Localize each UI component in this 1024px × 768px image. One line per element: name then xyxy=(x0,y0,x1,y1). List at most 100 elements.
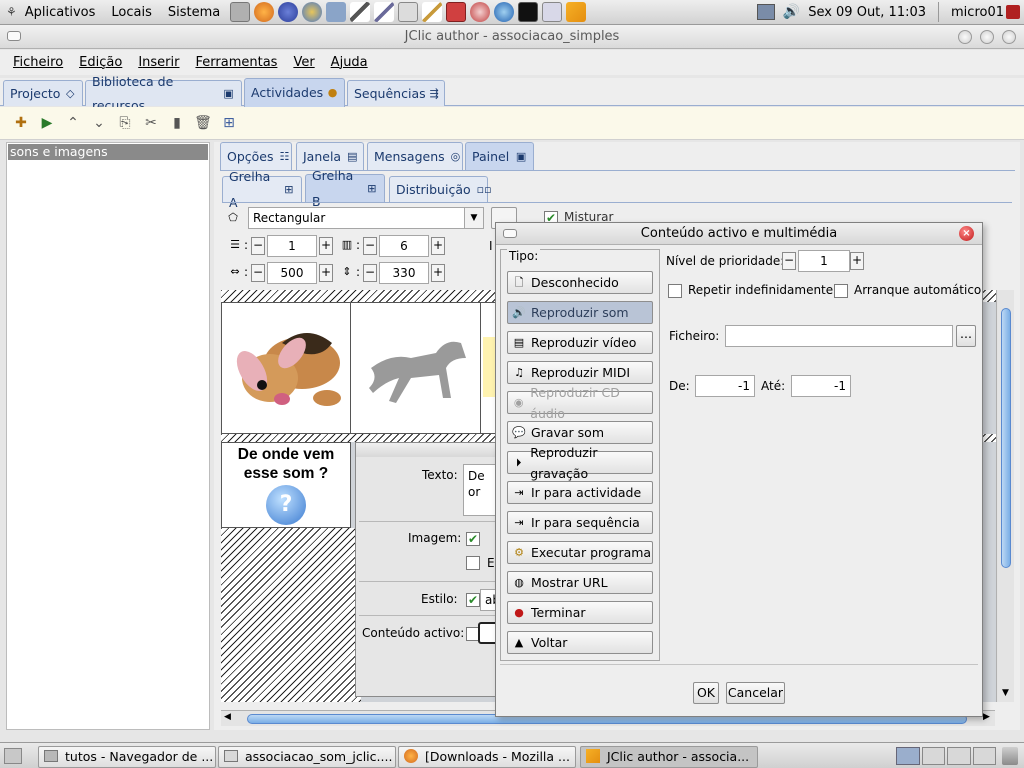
type-button-11[interactable]: ● Terminar xyxy=(507,601,653,624)
dialog-titlebar[interactable]: Conteúdo activo e multimédia xyxy=(496,223,982,245)
type-button-2[interactable]: ▤ Reproduzir vídeo xyxy=(507,331,653,354)
type-button-1[interactable]: 🔊 Reproduzir som xyxy=(507,301,653,324)
menu-locais[interactable]: Locais xyxy=(103,5,159,20)
right-scrollbar[interactable]: ▼ xyxy=(998,290,1014,702)
tab-mensagens[interactable]: Mensagens ◎ xyxy=(367,142,463,170)
workspace-switcher[interactable] xyxy=(896,747,996,765)
menu-inserir[interactable]: Inserir xyxy=(130,55,187,70)
scroll-down-arrow[interactable]: ▼ xyxy=(1002,688,1009,698)
terminal-launcher-icon[interactable] xyxy=(518,2,539,22)
gnome-foot-icon[interactable]: ⚘ xyxy=(0,5,17,19)
priority-increment[interactable]: + xyxy=(850,252,864,270)
menu-ajuda[interactable]: Ajuda xyxy=(323,55,376,70)
grid-cell-question[interactable]: De onde vem esse som ? ? xyxy=(221,442,351,528)
tab-actividades[interactable]: Actividades ● xyxy=(244,78,345,107)
paste-icon[interactable]: ▮ xyxy=(166,112,188,134)
filemanager-launcher-icon[interactable] xyxy=(542,2,563,22)
scroll-right-arrow[interactable]: ▶ xyxy=(983,712,990,722)
type-button-7[interactable]: ⇥ Ir para actividade xyxy=(507,481,653,504)
browse-button[interactable]: ... xyxy=(956,325,976,347)
jclic-launcher-icon[interactable] xyxy=(566,2,587,22)
brush-launcher-icon[interactable] xyxy=(374,2,395,22)
height-decrement[interactable]: − xyxy=(363,264,377,282)
taskbar-item-1[interactable]: associacao_som_jclic.... xyxy=(218,746,396,768)
scroll-left-arrow[interactable]: ◀ xyxy=(224,712,231,722)
type-button-8[interactable]: ⇥ Ir para sequência xyxy=(507,511,653,534)
ok-button[interactable]: OK xyxy=(693,682,719,704)
imagem-checkbox[interactable]: ✔ xyxy=(466,532,480,546)
tab-projecto[interactable]: Projecto ◇ xyxy=(3,80,83,106)
taskbar-item-3[interactable]: JClic author - associa... xyxy=(580,746,758,768)
dialog-menu-icon[interactable] xyxy=(503,229,517,238)
user-name[interactable]: micro01 xyxy=(943,5,1006,20)
editor-launcher-icon[interactable] xyxy=(398,2,419,22)
workspace-2[interactable] xyxy=(921,747,945,765)
workspace-1[interactable] xyxy=(896,747,920,765)
file-input[interactable] xyxy=(725,325,953,347)
cell-editor-titlebar[interactable] xyxy=(356,443,499,457)
window-titlebar[interactable]: JClic author - associacao_simples xyxy=(0,25,1024,49)
rows-input[interactable]: 1 xyxy=(267,235,317,257)
tab-sequencias[interactable]: Sequências ⇶ xyxy=(347,80,445,106)
menu-edicao[interactable]: Edição xyxy=(71,55,130,70)
clock[interactable]: Sex 09 Out, 11:03 xyxy=(806,5,934,20)
play-icon[interactable]: ▶ xyxy=(36,112,58,134)
calculator-launcher-icon[interactable] xyxy=(230,2,251,22)
type-button-0[interactable]: 🗋 Desconhecido xyxy=(507,271,653,294)
cancel-button[interactable]: Cancelar xyxy=(726,682,785,704)
menu-ver[interactable]: Ver xyxy=(285,55,322,70)
trash-icon[interactable] xyxy=(1002,747,1018,765)
grid-cell-dog[interactable] xyxy=(221,302,351,434)
menu-ficheiro[interactable]: Ficheiro xyxy=(5,55,71,70)
priority-input[interactable]: 1 xyxy=(798,250,850,272)
type-button-10[interactable]: ◍ Mostrar URL xyxy=(507,571,653,594)
menu-aplicativos[interactable]: Aplicativos xyxy=(17,5,104,20)
minimize-button[interactable] xyxy=(958,30,972,44)
pencil-launcher-icon[interactable] xyxy=(350,2,371,22)
volume-icon[interactable]: 🔊 xyxy=(783,4,800,20)
workspace-4[interactable] xyxy=(972,747,996,765)
browser-launcher-icon[interactable] xyxy=(278,2,299,22)
dialog-close-button[interactable]: × xyxy=(959,226,974,241)
priority-decrement[interactable]: − xyxy=(782,252,796,270)
right-scroll-thumb[interactable] xyxy=(1001,308,1011,568)
width-input[interactable]: 500 xyxy=(267,262,317,284)
rows-increment[interactable]: + xyxy=(319,237,333,255)
type-button-4[interactable]: ◉ Reproduzir CD áudio xyxy=(507,385,653,421)
logout-icon[interactable] xyxy=(1006,5,1020,19)
taskbar-item-0[interactable]: tutos - Navegador de ... xyxy=(38,746,216,768)
type-button-12[interactable]: ▲ Voltar xyxy=(507,631,653,654)
width-increment[interactable]: + xyxy=(319,264,333,282)
network-icon[interactable] xyxy=(756,4,775,20)
cols-increment[interactable]: + xyxy=(431,237,445,255)
shape-select[interactable]: Rectangular xyxy=(248,207,484,229)
to-input[interactable]: -1 xyxy=(791,375,851,397)
menu-sistema[interactable]: Sistema xyxy=(160,5,228,20)
show-desktop-icon[interactable] xyxy=(4,748,22,764)
tab-painel[interactable]: Painel ▣ xyxy=(465,142,534,170)
copy-icon[interactable]: ⎘ xyxy=(114,112,136,134)
cols-input[interactable]: 6 xyxy=(379,235,429,257)
height-input[interactable]: 330 xyxy=(379,262,429,284)
activity-item-selected[interactable]: sons e imagens xyxy=(8,144,208,160)
type-button-9[interactable]: ⚙ Executar programa xyxy=(507,541,653,564)
maximize-button[interactable] xyxy=(980,30,994,44)
tab-distribuicao[interactable]: Distribuição ▫▫ xyxy=(389,176,492,202)
arrange-icon[interactable]: ⊞ xyxy=(218,112,240,134)
type-button-6[interactable]: ⏵ Reproduzir gravação xyxy=(507,445,653,481)
repeat-checkbox[interactable] xyxy=(668,284,682,298)
tab-grelha-b[interactable]: Grelha B ⊞ xyxy=(305,168,385,209)
width-decrement[interactable]: − xyxy=(251,264,265,282)
close-window-button[interactable] xyxy=(1002,30,1016,44)
cols-decrement[interactable]: − xyxy=(363,237,377,255)
autostart-checkbox[interactable] xyxy=(834,284,848,298)
estilo-checkbox[interactable]: ✔ xyxy=(466,593,480,607)
menu-ferramentas[interactable]: Ferramentas xyxy=(187,55,285,70)
height-increment[interactable]: + xyxy=(431,264,445,282)
rows-decrement[interactable]: − xyxy=(251,237,265,255)
tab-grelha-a[interactable]: Grelha A ⊞ xyxy=(222,169,302,210)
workspace-3[interactable] xyxy=(947,747,971,765)
grid-cell-horse[interactable] xyxy=(350,302,481,434)
shape-dropdown-button[interactable]: ▼ xyxy=(464,208,483,228)
mail-launcher-icon[interactable] xyxy=(326,2,347,22)
